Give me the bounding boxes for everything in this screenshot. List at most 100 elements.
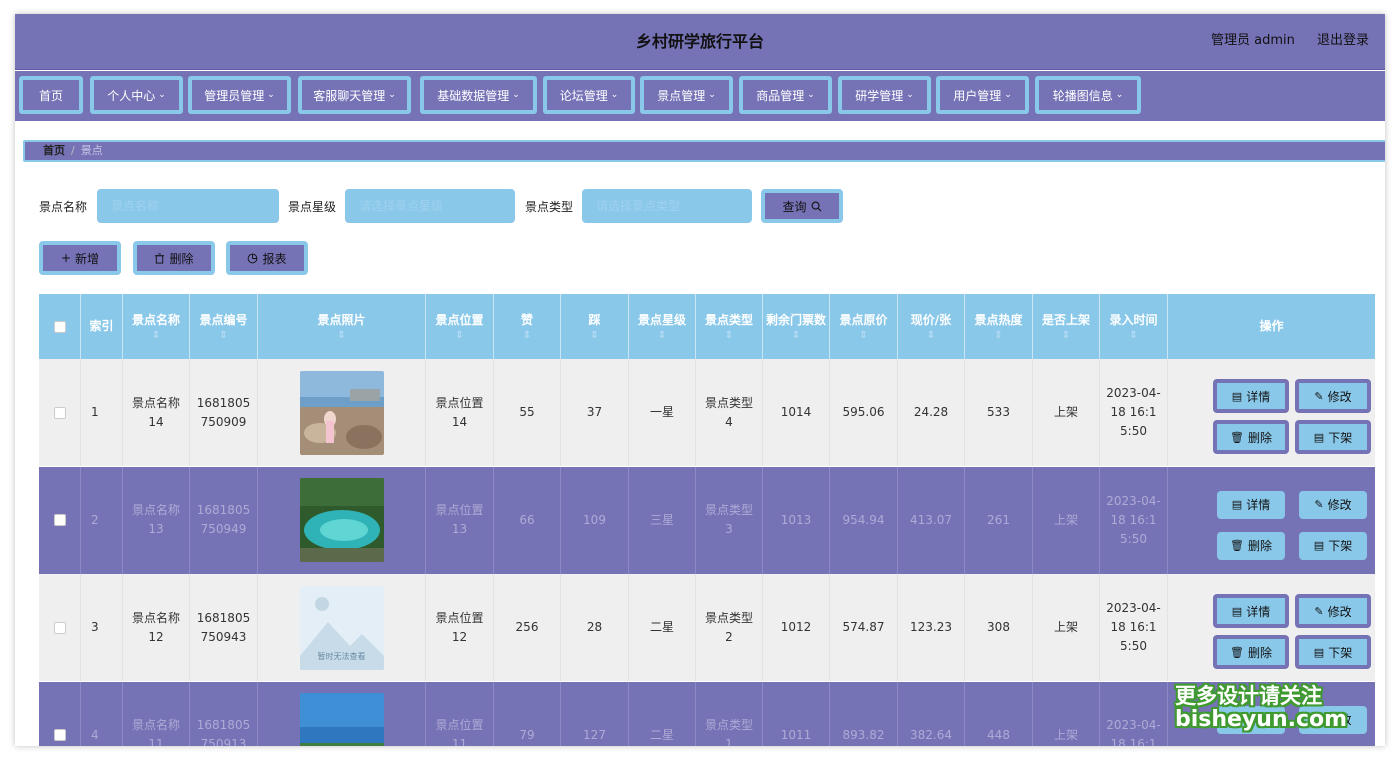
nav-item[interactable]: 研学管理 ⌄: [838, 76, 931, 114]
sort-icon[interactable]: ⇕: [859, 330, 867, 342]
column-header[interactable]: 景点原价 ⇕: [830, 294, 898, 359]
nav-item[interactable]: 首页: [19, 76, 83, 114]
cell-likes: 256: [494, 574, 561, 681]
sort-icon[interactable]: ⇕: [337, 330, 345, 342]
sort-icon[interactable]: ⇕: [927, 330, 935, 342]
row-checkbox[interactable]: [53, 514, 66, 526]
select-all-checkbox[interactable]: [53, 320, 66, 333]
sort-icon[interactable]: ⇕: [455, 330, 463, 342]
column-header[interactable]: 景点类型 ⇕: [696, 294, 763, 359]
search-star-select[interactable]: 请选择景点星级: [345, 189, 515, 223]
edit-button[interactable]: ✎ 修改: [1295, 379, 1371, 413]
row-select-cell: [39, 681, 81, 746]
cell-value: 1011: [780, 727, 812, 742]
search-type-select[interactable]: 请选择景点类型: [582, 189, 752, 223]
off-shelf-button[interactable]: ▤ 下架: [1295, 420, 1371, 454]
doc-icon: ▤: [1313, 645, 1325, 659]
cell-value: 308: [987, 620, 1010, 634]
sort-icon[interactable]: ⇕: [523, 330, 531, 342]
column-header[interactable]: 剩余门票数 ⇕: [763, 294, 830, 359]
nav-item[interactable]: 轮播图信息 ⌄: [1035, 76, 1141, 114]
sort-icon[interactable]: ⇕: [1062, 330, 1070, 342]
nav-item[interactable]: 个人中心 ⌄: [90, 76, 183, 114]
cell-on-shelf: 上架: [1033, 466, 1100, 574]
column-header[interactable]: 景点热度 ⇕: [965, 294, 1033, 359]
sort-icon[interactable]: ⇕: [725, 330, 733, 342]
sort-icon[interactable]: ⇕: [1129, 330, 1137, 342]
cell-value: 2023-04-18 16:15:50: [1106, 493, 1161, 546]
sort-icon[interactable]: ⇕: [590, 330, 598, 342]
op-label: 修改: [1327, 498, 1352, 512]
report-button[interactable]: 报表: [226, 241, 308, 275]
column-header[interactable]: 录入时间 ⇕: [1100, 294, 1168, 359]
cell-location: 景点位置12: [426, 574, 494, 681]
batch-delete-button[interactable]: 删除: [133, 241, 215, 275]
cell-name: 景点名称12: [123, 574, 190, 681]
nav-item[interactable]: 管理员管理 ⌄: [188, 76, 291, 114]
nav-item[interactable]: 论坛管理 ⌄: [543, 76, 635, 114]
sort-icon[interactable]: ⇕: [994, 330, 1002, 342]
nav-item[interactable]: 商品管理 ⌄: [739, 76, 832, 114]
cell-price: 382.64: [898, 681, 965, 746]
column-header[interactable]: 踩 ⇕: [561, 294, 629, 359]
row-select-cell: [39, 359, 81, 466]
off-shelf-button[interactable]: ▤ 下架: [1295, 635, 1371, 669]
cell-value: 2023-04-18 16:15:50: [1106, 386, 1161, 438]
column-header[interactable]: 景点位置 ⇕: [426, 294, 494, 359]
edit-button[interactable]: ✎ 修改: [1295, 594, 1371, 628]
watermark: 更多设计请关注 bisheyun.com: [1175, 684, 1347, 732]
top-header: 乡村研学旅行平台 管理员 admin 退出登录: [15, 14, 1385, 70]
pencil-icon: ✎: [1314, 604, 1324, 618]
column-header[interactable]: 景点编号 ⇕: [190, 294, 258, 359]
search-name-input[interactable]: 景点名称: [97, 189, 279, 223]
column-header[interactable]: 是否上架 ⇕: [1033, 294, 1100, 359]
cell-value: 533: [987, 405, 1010, 419]
logout-link[interactable]: 退出登录: [1317, 33, 1369, 48]
off-shelf-button[interactable]: ▤ 下架: [1299, 531, 1367, 560]
detail-button[interactable]: ▤ 详情: [1213, 594, 1289, 628]
row-checkbox[interactable]: [53, 621, 66, 634]
main-nav: 首页 个人中心 ⌄ 管理员管理 ⌄ 客服聊天管理 ⌄ 基础数据管理 ⌄ 论坛管理 ⌄ 景点管理 ⌄ 商品管…: [15, 71, 1385, 121]
nav-item[interactable]: 基础数据管理 ⌄: [420, 76, 537, 114]
detail-button[interactable]: ▤ 详情: [1213, 379, 1289, 413]
nav-item[interactable]: 用户管理 ⌄: [936, 76, 1029, 114]
column-header[interactable]: 赞 ⇕: [494, 294, 561, 359]
chevron-down-icon: ⌄: [267, 90, 275, 100]
column-header[interactable]: 景点星级 ⇕: [629, 294, 696, 359]
nav-item[interactable]: 客服聊天管理 ⌄: [298, 76, 411, 114]
cell-value: 1681805750943: [196, 610, 251, 644]
row-select-cell: [39, 574, 81, 681]
nav-item[interactable]: 景点管理 ⌄: [640, 76, 733, 114]
cell-value: 28: [586, 620, 603, 634]
cell-dislikes: 37: [561, 359, 629, 466]
breadcrumb-home[interactable]: 首页: [43, 144, 65, 157]
cell-value: 一星: [649, 405, 674, 419]
column-header[interactable]: 现价/张 ⇕: [898, 294, 965, 359]
row-delete-button[interactable]: 🗑 删除: [1217, 531, 1285, 560]
query-button[interactable]: 查询: [761, 189, 843, 223]
column-header[interactable]: 景点名称 ⇕: [123, 294, 190, 359]
column-header-label: 景点编号: [199, 313, 248, 327]
sort-icon[interactable]: ⇕: [658, 330, 666, 342]
sort-icon[interactable]: ⇕: [152, 330, 160, 342]
pencil-icon: ✎: [1314, 498, 1324, 511]
column-header[interactable]: 景点照片 ⇕: [258, 294, 426, 359]
cell-orig-price: 893.82: [830, 681, 898, 746]
cell-value: 上架: [1053, 620, 1078, 634]
row-checkbox[interactable]: [53, 729, 66, 741]
row-delete-button[interactable]: 🗑 删除: [1213, 420, 1289, 454]
op-label: 详情: [1246, 498, 1271, 512]
add-button[interactable]: + 新增: [39, 241, 121, 275]
row-checkbox[interactable]: [53, 406, 66, 419]
row-delete-button[interactable]: 🗑 删除: [1213, 635, 1289, 669]
sort-icon[interactable]: ⇕: [792, 330, 800, 342]
nav-item-label: 首页: [38, 88, 63, 103]
detail-button[interactable]: ▤ 详情: [1217, 490, 1285, 519]
sort-icon[interactable]: ⇕: [219, 330, 227, 342]
cell-location: 景点位置13: [426, 466, 494, 574]
edit-button[interactable]: ✎ 修改: [1299, 490, 1367, 519]
cell-value: 上架: [1053, 727, 1078, 742]
cell-type: 景点类型3: [696, 466, 763, 574]
cell-value: 景点类型4: [704, 395, 753, 429]
cell-time: 2023-04-18 16:15:50: [1100, 466, 1168, 574]
